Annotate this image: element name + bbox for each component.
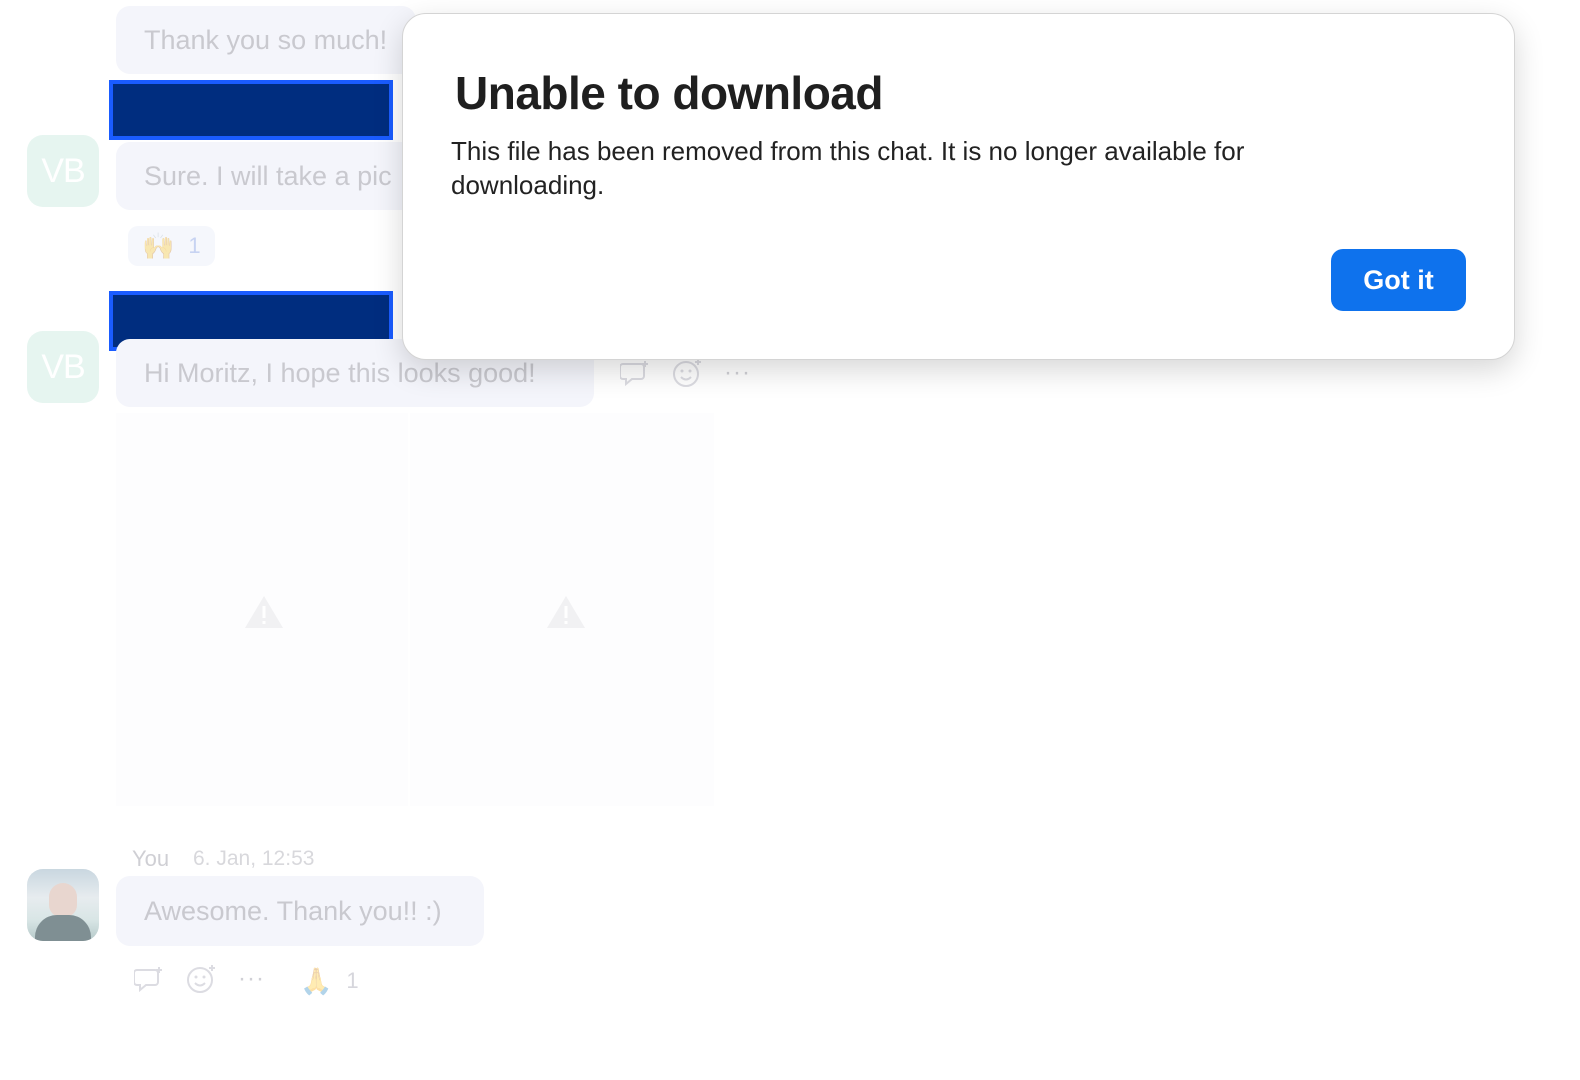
raised-hands-emoji: 🙌 bbox=[142, 230, 175, 261]
message-text: Awesome. Thank you!! :) bbox=[144, 895, 442, 926]
message-bubble: Thank you so much! bbox=[116, 6, 416, 74]
avatar-photo-head bbox=[49, 883, 77, 917]
dialog-title: Unable to download bbox=[455, 67, 883, 119]
reaction-chip[interactable]: 🙌 1 bbox=[128, 226, 215, 266]
thread-reply-icon[interactable] bbox=[134, 966, 164, 992]
thread-reply-icon[interactable] bbox=[620, 360, 650, 386]
unable-to-download-dialog: Unable to download This file has been re… bbox=[402, 13, 1515, 360]
image-attachment[interactable] bbox=[410, 413, 714, 806]
redacted-sender-name bbox=[109, 80, 393, 140]
more-options-icon[interactable]: ··· bbox=[238, 967, 265, 991]
folded-hands-emoji: 🙏 bbox=[300, 965, 333, 996]
image-attachment[interactable] bbox=[116, 413, 408, 806]
message-text: Sure. I will take a pic bbox=[144, 160, 392, 191]
reaction-count: 1 bbox=[188, 233, 201, 258]
message-actions: ··· bbox=[620, 358, 751, 388]
message-text: Hi Moritz, I hope this looks good! bbox=[144, 357, 536, 388]
avatar[interactable]: VB bbox=[27, 135, 99, 207]
more-options-icon[interactable]: ··· bbox=[724, 361, 751, 385]
message-text: Thank you so much! bbox=[144, 24, 388, 55]
message-actions: ··· bbox=[134, 964, 265, 994]
sender-name: You bbox=[132, 846, 170, 871]
got-it-button[interactable]: Got it bbox=[1331, 249, 1466, 311]
add-reaction-icon[interactable] bbox=[672, 358, 702, 388]
avatar-initials: VB bbox=[41, 347, 85, 386]
avatar[interactable]: VB bbox=[27, 331, 99, 403]
message-bubble: Awesome. Thank you!! :) bbox=[116, 876, 484, 946]
avatar[interactable] bbox=[27, 869, 99, 941]
avatar-photo-body bbox=[35, 915, 91, 941]
warning-icon bbox=[547, 596, 585, 628]
reaction-chip[interactable]: 🙏 1 bbox=[286, 961, 373, 1001]
dialog-message: This file has been removed from this cha… bbox=[451, 136, 1245, 200]
reaction-count: 1 bbox=[346, 968, 359, 993]
add-reaction-icon[interactable] bbox=[186, 964, 216, 994]
warning-icon bbox=[245, 596, 283, 628]
message-bubble: Sure. I will take a pic bbox=[116, 142, 416, 210]
avatar-initials: VB bbox=[41, 151, 85, 190]
message-timestamp: 6. Jan, 12:53 bbox=[193, 847, 315, 870]
